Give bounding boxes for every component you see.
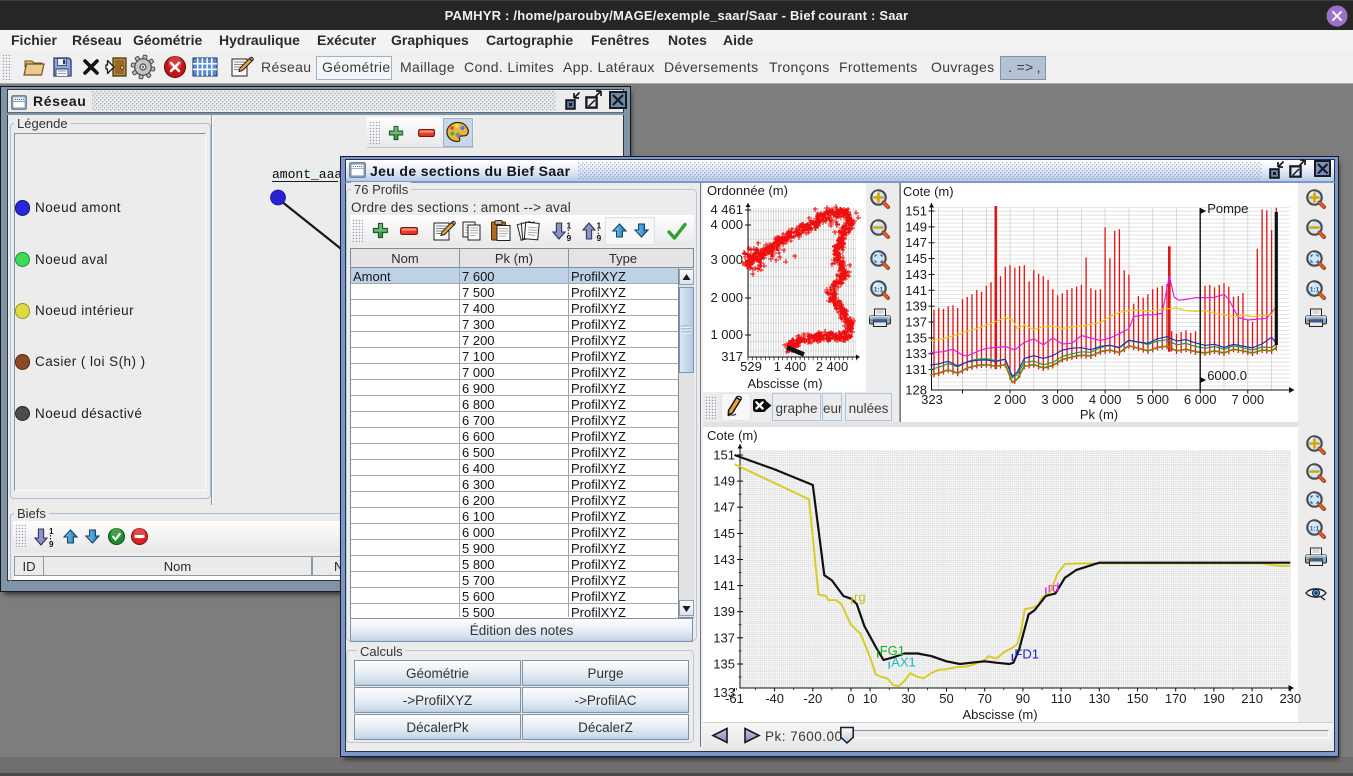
- svg-text:145: 145: [713, 526, 735, 541]
- svg-text:1: 1: [49, 527, 54, 536]
- svg-text:137: 137: [905, 315, 927, 330]
- svg-text:149: 149: [713, 474, 735, 489]
- svg-text:4 461: 4 461: [710, 202, 743, 217]
- svg-text:30: 30: [901, 691, 915, 706]
- svg-text:139: 139: [905, 299, 927, 314]
- svg-text:9: 9: [597, 233, 602, 243]
- svg-text:110: 110: [1051, 691, 1072, 706]
- svg-text:133: 133: [905, 346, 927, 361]
- svg-text:135: 135: [905, 330, 927, 345]
- svg-text:Pompe: Pompe: [1207, 201, 1248, 216]
- svg-text:5 000: 5 000: [1136, 392, 1169, 407]
- svg-text:529: 529: [740, 359, 762, 374]
- svg-text:2 000: 2 000: [994, 392, 1027, 407]
- svg-text:143: 143: [905, 267, 927, 282]
- svg-text:141: 141: [713, 578, 735, 593]
- svg-text:4 000: 4 000: [710, 217, 743, 232]
- svg-text:rd: rd: [1048, 580, 1060, 595]
- svg-text:Abscisse (m): Abscisse (m): [962, 707, 1037, 722]
- svg-text:151: 151: [905, 204, 927, 219]
- svg-text:230: 230: [1279, 691, 1301, 706]
- svg-text:rg: rg: [854, 590, 866, 605]
- svg-text:139: 139: [713, 604, 735, 619]
- svg-text:141: 141: [905, 283, 927, 298]
- svg-text:Abscisse (m): Abscisse (m): [747, 376, 822, 391]
- svg-text:Cote (m): Cote (m): [707, 428, 758, 443]
- svg-text:Pk (m): Pk (m): [1080, 407, 1118, 422]
- svg-text:190: 190: [1203, 691, 1225, 706]
- svg-text:145: 145: [905, 251, 927, 266]
- svg-text:50: 50: [939, 691, 953, 706]
- svg-text:323: 323: [921, 392, 943, 407]
- svg-text:Ordonnée (m): Ordonnée (m): [707, 183, 788, 198]
- svg-text:130: 130: [1088, 691, 1110, 706]
- svg-text:131: 131: [905, 362, 927, 377]
- svg-text:Cote (m): Cote (m): [903, 184, 954, 199]
- svg-text:0: 0: [847, 691, 854, 706]
- svg-text:151: 151: [713, 448, 735, 463]
- svg-text:147: 147: [905, 235, 927, 250]
- svg-text:9: 9: [567, 233, 572, 243]
- svg-text:FD1: FD1: [1014, 646, 1039, 661]
- svg-text:1 400: 1 400: [774, 359, 807, 374]
- svg-text:7 000: 7 000: [1232, 392, 1265, 407]
- svg-text:6000.0: 6000.0: [1207, 368, 1247, 383]
- svg-text:149: 149: [905, 219, 927, 234]
- svg-text:137: 137: [713, 630, 735, 645]
- svg-text:3 000: 3 000: [1041, 392, 1074, 407]
- svg-text:2 000: 2 000: [710, 290, 743, 305]
- svg-text:170: 170: [1165, 691, 1187, 706]
- svg-text:10: 10: [863, 691, 877, 706]
- svg-text:147: 147: [713, 500, 735, 515]
- svg-text:-61: -61: [725, 691, 744, 706]
- svg-text:90: 90: [1016, 691, 1030, 706]
- svg-text:143: 143: [713, 552, 735, 567]
- svg-text:150: 150: [1127, 691, 1149, 706]
- svg-text:70: 70: [977, 691, 991, 706]
- svg-text:4 000: 4 000: [1089, 392, 1122, 407]
- svg-text:1: 1: [567, 220, 572, 230]
- svg-text:9: 9: [49, 540, 54, 549]
- svg-text:-40: -40: [765, 691, 784, 706]
- svg-text:-20: -20: [803, 691, 822, 706]
- svg-text:6 000: 6 000: [1184, 392, 1217, 407]
- svg-text:1: 1: [597, 220, 602, 230]
- svg-text:AX1: AX1: [891, 654, 916, 669]
- svg-text:135: 135: [713, 657, 735, 672]
- svg-text:1 000: 1 000: [710, 327, 743, 342]
- svg-text:210: 210: [1241, 691, 1263, 706]
- svg-text:3 000: 3 000: [710, 252, 743, 267]
- svg-text:2 400: 2 400: [816, 359, 849, 374]
